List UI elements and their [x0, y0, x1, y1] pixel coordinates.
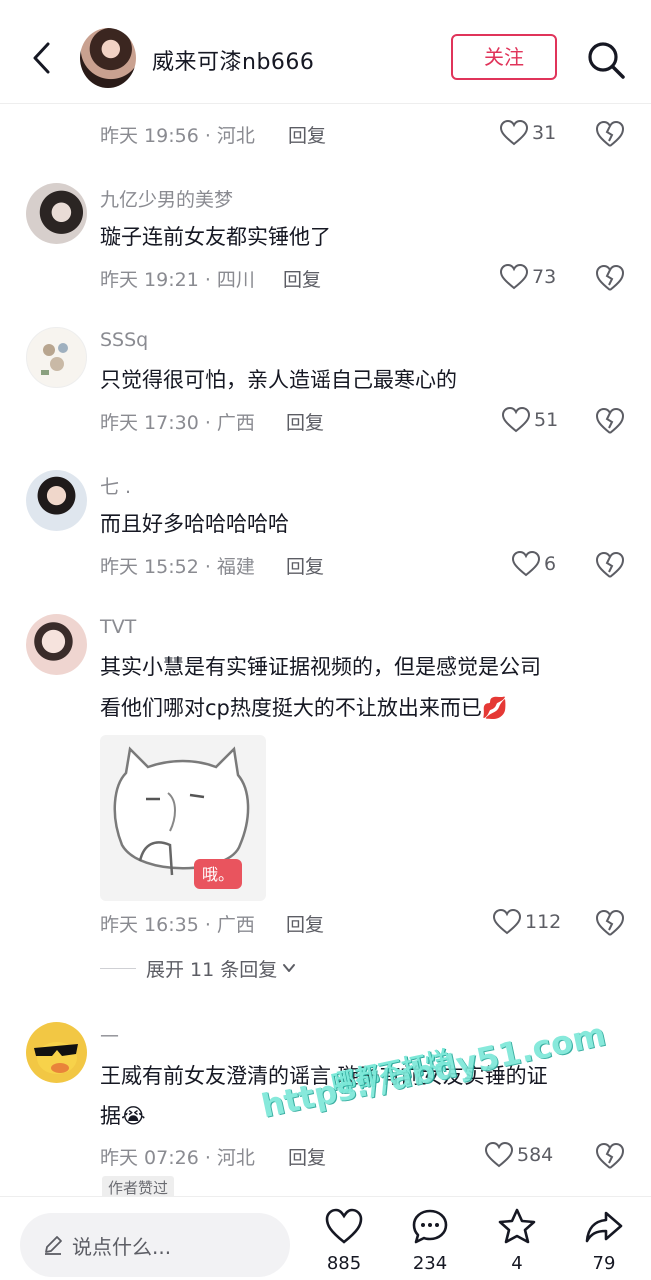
- star-icon: [498, 1208, 536, 1244]
- comment-time-location: 昨天 16:35 · 广西: [100, 914, 255, 936]
- heart-icon: [502, 407, 530, 433]
- comment-like-button[interactable]: 51: [502, 405, 558, 435]
- crying-emoji: 😭: [121, 1104, 146, 1128]
- follow-button[interactable]: 关注: [451, 34, 557, 80]
- comment-input-placeholder: 说点什么...: [72, 1234, 172, 1259]
- comment-bubble-icon: [412, 1209, 448, 1244]
- favorite-count: 4: [511, 1253, 523, 1274]
- expand-divider: [100, 967, 136, 969]
- search-icon[interactable]: [584, 38, 628, 82]
- favorite-button[interactable]: 4: [487, 1207, 547, 1274]
- comment-sticker-image[interactable]: 哦。: [100, 735, 266, 901]
- commenter-avatar[interactable]: [26, 183, 87, 244]
- reply-button[interactable]: 回复: [283, 265, 321, 292]
- comment-username[interactable]: 九亿少男的美梦: [100, 185, 233, 212]
- comment-text-fragment: 看他们哪对cp热度挺大的不让放出来而已: [100, 696, 482, 720]
- comment-text: 璇子连前女友都实锤他了: [100, 225, 331, 249]
- reply-button[interactable]: 回复: [288, 1143, 326, 1170]
- top-bar: 威来可漆nb666 关注: [0, 0, 651, 104]
- comment-like-button[interactable]: 31: [500, 118, 556, 148]
- heart-icon: [512, 551, 540, 577]
- comment-text-line: 看他们哪对cp热度挺大的不让放出来而已💋: [100, 686, 508, 730]
- like-count: 885: [326, 1253, 362, 1274]
- comment-username[interactable]: —: [100, 1024, 119, 1046]
- reply-button[interactable]: 回复: [286, 552, 324, 579]
- heart-icon: [500, 120, 528, 146]
- reply-button[interactable]: 回复: [286, 910, 324, 937]
- share-button[interactable]: 79: [574, 1207, 634, 1274]
- commenter-avatar[interactable]: [26, 470, 87, 531]
- comment-like-button[interactable]: 6: [512, 549, 556, 579]
- comment-text: 只觉得很可怕，亲人造谣自己最寒心的: [100, 368, 457, 392]
- back-icon[interactable]: [28, 38, 56, 78]
- kiss-emoji: 💋: [481, 696, 509, 720]
- comment-username[interactable]: 七 .: [100, 472, 131, 499]
- reply-button[interactable]: 回复: [286, 408, 324, 435]
- expand-replies-button[interactable]: 展开 11 条回复: [100, 955, 297, 981]
- comment-like-button[interactable]: 112: [493, 907, 561, 937]
- comment-time-location: 昨天 19:21 · 四川: [100, 269, 255, 291]
- comment-username[interactable]: SSSq: [100, 329, 148, 351]
- heart-icon: [500, 264, 528, 290]
- comment-count: 234: [412, 1253, 448, 1274]
- share-arrow-icon: [585, 1211, 623, 1243]
- author-name[interactable]: 威来可漆nb666: [152, 44, 314, 76]
- heart-icon: [493, 909, 521, 935]
- comment-like-count: 31: [532, 122, 557, 144]
- heart-icon: [325, 1208, 363, 1244]
- comment-text: 而且好多哈哈哈哈哈: [100, 512, 289, 536]
- expand-replies-label: 展开 11 条回复: [146, 958, 278, 981]
- comment-time-location: 昨天 17:30 · 广西: [100, 412, 255, 434]
- broken-heart-icon[interactable]: [595, 909, 625, 937]
- comment-text-line: 其实小慧是有实锤证据视频的，但是感觉是公司: [100, 655, 541, 679]
- broken-heart-icon[interactable]: [595, 407, 625, 435]
- comment-like-count: 584: [517, 1144, 554, 1166]
- author-avatar[interactable]: [80, 28, 136, 88]
- broken-heart-icon[interactable]: [595, 264, 625, 292]
- header-divider: [0, 103, 651, 104]
- chevron-down-icon: [283, 964, 296, 972]
- comment-like-count: 73: [532, 266, 557, 288]
- heart-icon: [485, 1142, 513, 1168]
- comment-time-location: 昨天 15:52 · 福建: [100, 556, 255, 578]
- comment-like-count: 6: [544, 553, 557, 575]
- commenter-avatar[interactable]: [26, 1022, 87, 1083]
- sticker-caption: 哦。: [202, 865, 234, 884]
- broken-heart-icon[interactable]: [595, 120, 625, 148]
- commenter-avatar[interactable]: [26, 327, 87, 388]
- like-button[interactable]: 885: [314, 1207, 374, 1274]
- comment-button[interactable]: 234: [400, 1207, 460, 1274]
- commenter-avatar[interactable]: [26, 614, 87, 675]
- bottom-action-bar: 说点什么... 885 234 4 79: [0, 1196, 651, 1280]
- comment-time-location: 昨天 07:26 · 河北: [100, 1147, 255, 1169]
- broken-heart-icon[interactable]: [595, 551, 625, 579]
- comment-input[interactable]: 说点什么...: [20, 1213, 290, 1277]
- comment-text-fragment: 据: [100, 1104, 121, 1128]
- comment-text-line: 据😭: [100, 1094, 146, 1138]
- comment-like-count: 112: [525, 911, 562, 933]
- comment-like-button[interactable]: 584: [485, 1140, 553, 1170]
- comment-like-count: 51: [534, 409, 559, 431]
- comment-time-location: 昨天 19:56 · 河北: [100, 125, 255, 147]
- share-count: 79: [592, 1253, 616, 1274]
- comment-username[interactable]: TVT: [100, 616, 136, 638]
- broken-heart-icon[interactable]: [595, 1142, 625, 1170]
- comment-like-button[interactable]: 73: [500, 262, 556, 292]
- pencil-icon: [45, 1236, 62, 1255]
- reply-button[interactable]: 回复: [288, 121, 326, 148]
